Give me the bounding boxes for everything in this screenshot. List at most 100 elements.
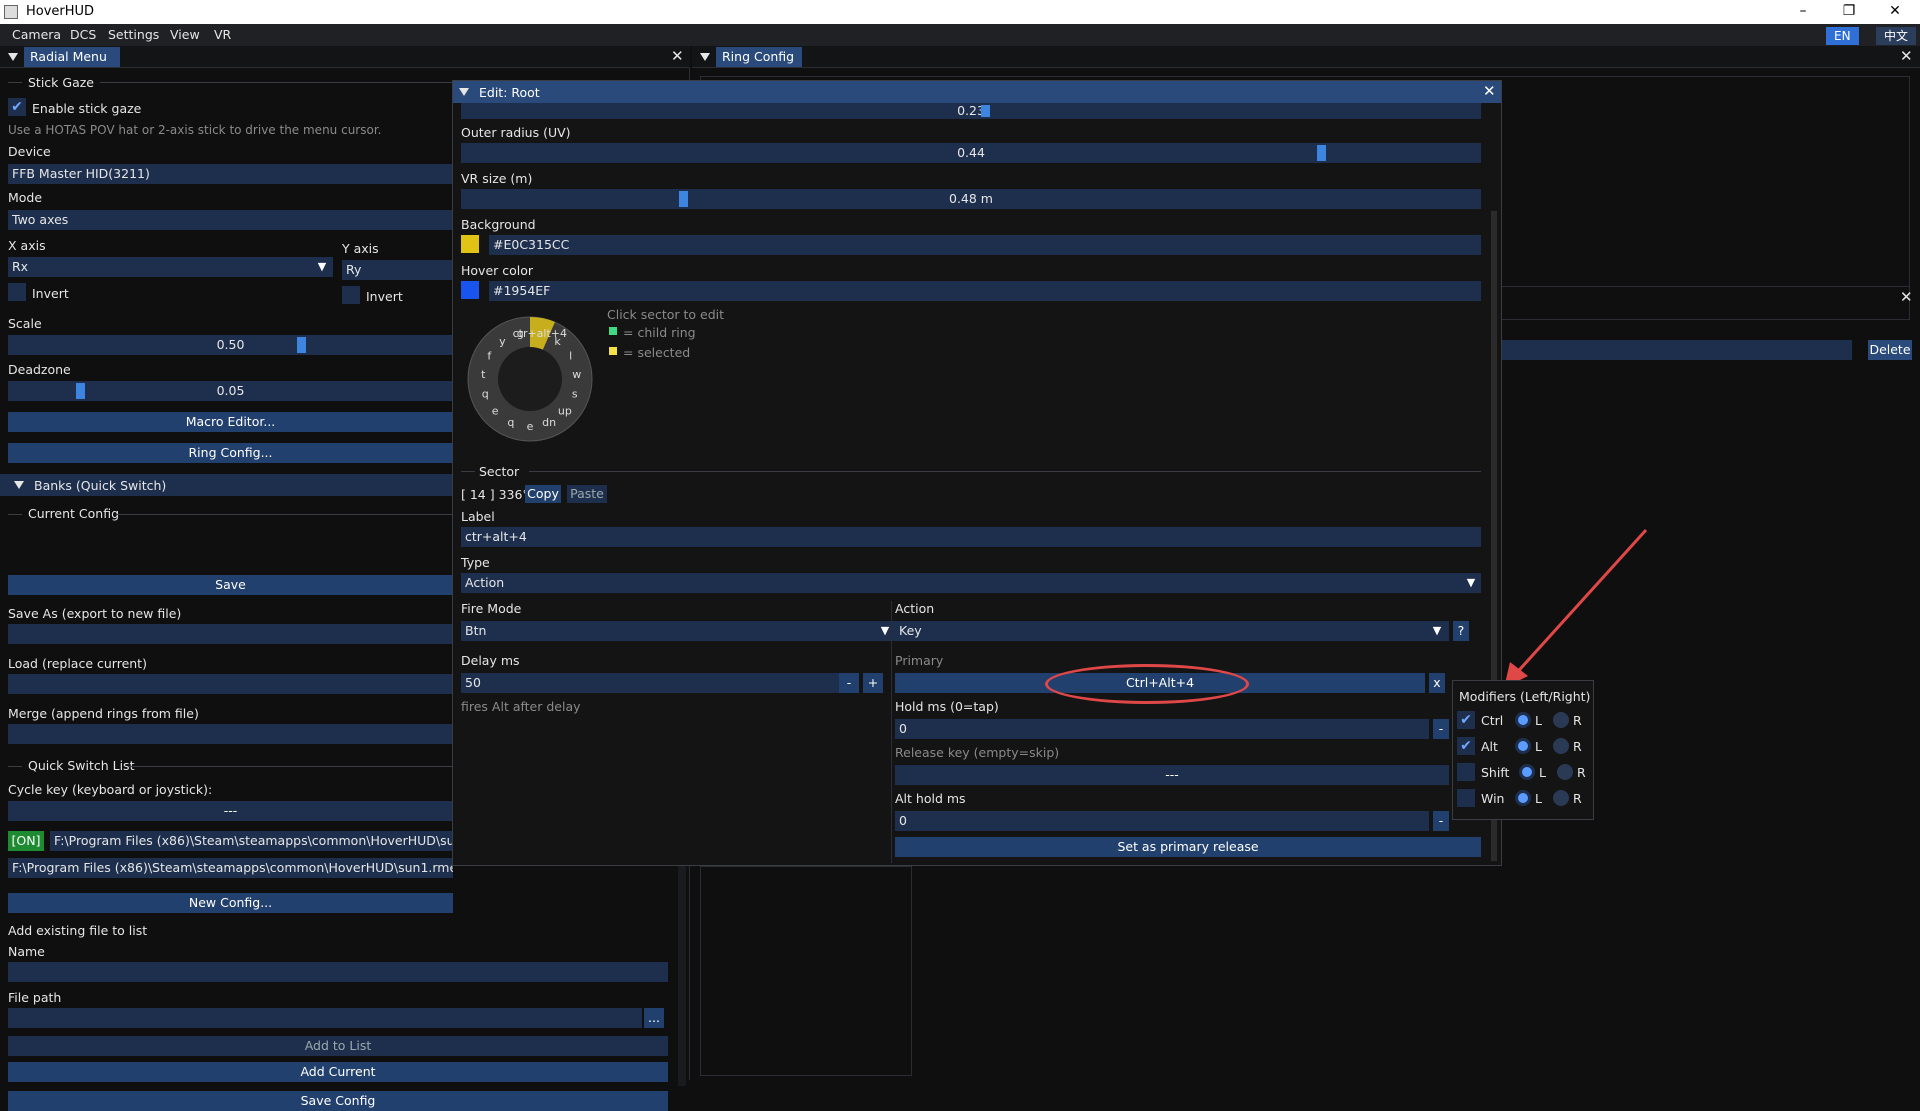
copy-button[interactable]: Copy	[525, 485, 561, 503]
load-input[interactable]	[8, 674, 453, 694]
lang-zh-button[interactable]: 中文	[1876, 27, 1917, 45]
sector-label[interactable]: t	[481, 368, 486, 381]
sector-label[interactable]: k	[554, 335, 561, 348]
close-icon[interactable]: ✕	[1900, 47, 1913, 65]
modifier-right-radio[interactable]	[1557, 764, 1573, 780]
menu-dcs[interactable]: DCS	[70, 27, 96, 42]
outer-radius-grab[interactable]	[1317, 145, 1326, 161]
maximize-button[interactable]: ❐	[1826, 0, 1872, 24]
hold-minus-button[interactable]: -	[1433, 719, 1449, 739]
ring-config-button[interactable]: Ring Config...	[8, 443, 453, 463]
background-input[interactable]: #E0C315CC	[489, 235, 1481, 255]
menu-settings[interactable]: Settings	[108, 27, 159, 42]
y-invert-checkbox[interactable]	[342, 286, 360, 304]
modifier-right-radio[interactable]	[1553, 738, 1569, 754]
deadzone-slider[interactable]: 0.05	[8, 381, 453, 401]
file-path-input[interactable]	[8, 1008, 642, 1028]
hover-color-input[interactable]: #1954EF	[489, 281, 1481, 301]
scale-slider-grab[interactable]	[297, 337, 306, 353]
modifier-left-radio[interactable]	[1515, 712, 1531, 728]
help-button[interactable]: ?	[1453, 621, 1469, 641]
modifier-ctrl-checkbox[interactable]: ✔	[1457, 711, 1475, 729]
modifier-left-radio[interactable]	[1515, 790, 1531, 806]
close-icon[interactable]: ✕	[1900, 288, 1913, 306]
name-input[interactable]	[8, 962, 668, 982]
outer-radius-slider[interactable]: 0.44	[461, 143, 1481, 163]
clear-primary-button[interactable]: x	[1429, 673, 1445, 693]
chevron-down-icon[interactable]: ▼	[1461, 573, 1481, 593]
modifier-left-radio[interactable]	[1515, 738, 1531, 754]
hover-color-swatch[interactable]	[461, 281, 479, 299]
sector-wheel[interactable]: ctr+alt+4klwsupdneqeqtfyg	[467, 313, 593, 445]
menu-camera[interactable]: Camera	[12, 27, 61, 42]
delay-plus-button[interactable]: +	[863, 673, 883, 693]
set-primary-release-button[interactable]: Set as primary release	[895, 837, 1481, 857]
chevron-down-icon[interactable]: ▼	[1427, 621, 1447, 641]
sector-label[interactable]: dn	[542, 416, 556, 429]
vr-size-grab[interactable]	[679, 191, 688, 207]
top-slider-grab[interactable]	[981, 105, 990, 117]
enable-stick-gaze-checkbox[interactable]: ✔	[8, 98, 26, 116]
background-swatch[interactable]	[461, 235, 479, 253]
close-icon[interactable]: ✕	[671, 47, 684, 65]
save-as-input[interactable]	[8, 624, 453, 644]
chevron-down-icon[interactable]: ▼	[312, 257, 332, 277]
lang-en-button[interactable]: EN	[1826, 27, 1859, 45]
modifier-win-checkbox[interactable]	[1457, 789, 1475, 807]
delay-input[interactable]: 50	[461, 673, 855, 693]
sector-label[interactable]: q	[507, 416, 514, 429]
modifier-right-radio[interactable]	[1553, 790, 1569, 806]
save-button[interactable]: Save	[8, 575, 453, 595]
close-window-button[interactable]: ✕	[1872, 0, 1918, 24]
close-icon[interactable]: ✕	[1483, 82, 1496, 100]
collapse-icon[interactable]	[8, 53, 18, 61]
sector-label[interactable]: y	[499, 335, 506, 348]
sector-label[interactable]: w	[572, 368, 581, 381]
add-current-button[interactable]: Add Current	[8, 1062, 668, 1082]
sector-label[interactable]: l	[569, 350, 572, 363]
modifier-right-radio[interactable]	[1553, 712, 1569, 728]
ring-config-tab[interactable]: Ring Config	[716, 47, 802, 67]
quickswitch-path-2[interactable]: F:\Program Files (x86)\Steam\steamapps\c…	[8, 858, 453, 878]
modifier-alt-checkbox[interactable]: ✔	[1457, 737, 1475, 755]
top-slider[interactable]: 0.23	[461, 103, 1481, 119]
scale-slider[interactable]: 0.50	[8, 335, 453, 355]
collapse-icon[interactable]	[459, 88, 469, 96]
save-config-button[interactable]: Save Config	[8, 1091, 668, 1111]
device-select[interactable]: FFB Master HID(3211)	[8, 164, 453, 184]
label-input[interactable]: ctr+alt+4	[461, 527, 1481, 547]
vr-size-slider[interactable]: 0.48 m	[461, 189, 1481, 209]
radial-menu-tab[interactable]: Radial Menu	[24, 47, 120, 67]
sector-label[interactable]: e	[492, 404, 499, 417]
add-to-list-button[interactable]: Add to List	[8, 1036, 668, 1056]
type-select[interactable]: Action	[461, 573, 1481, 593]
macro-editor-button[interactable]: Macro Editor...	[8, 412, 453, 432]
sector-label[interactable]: q	[482, 388, 489, 401]
menu-vr[interactable]: VR	[214, 27, 231, 42]
mode-select[interactable]: Two axes	[8, 210, 453, 230]
collapse-icon[interactable]	[700, 53, 710, 61]
fire-mode-select[interactable]: Btn	[461, 621, 895, 641]
macro-name-input[interactable]	[1502, 340, 1852, 360]
modifier-shift-checkbox[interactable]	[1457, 763, 1475, 781]
x-axis-select[interactable]: Rx	[8, 257, 333, 277]
sector-label[interactable]: e	[527, 420, 534, 433]
merge-input[interactable]	[8, 724, 453, 744]
delete-button[interactable]: Delete	[1868, 340, 1912, 360]
delay-minus-button[interactable]: -	[839, 673, 859, 693]
sector-label[interactable]: up	[558, 404, 572, 417]
on-badge[interactable]: [ON]	[8, 831, 44, 851]
browse-button[interactable]: ...	[644, 1008, 664, 1028]
hold-input[interactable]: 0	[895, 719, 1429, 739]
menu-view[interactable]: View	[170, 27, 200, 42]
quickswitch-path-1[interactable]: F:\Program Files (x86)\Steam\steamapps\c…	[50, 831, 453, 851]
chevron-down-icon[interactable]: ▼	[875, 621, 895, 641]
action-select[interactable]: Key	[895, 621, 1449, 641]
alt-hold-input[interactable]: 0	[895, 811, 1429, 831]
banks-header[interactable]: Banks (Quick Switch)	[0, 474, 453, 496]
paste-button[interactable]: Paste	[567, 485, 607, 503]
sector-label[interactable]: s	[572, 388, 578, 401]
sector-label[interactable]: g	[517, 327, 524, 340]
release-key-button[interactable]: ---	[895, 765, 1449, 785]
x-invert-checkbox[interactable]	[8, 283, 26, 301]
